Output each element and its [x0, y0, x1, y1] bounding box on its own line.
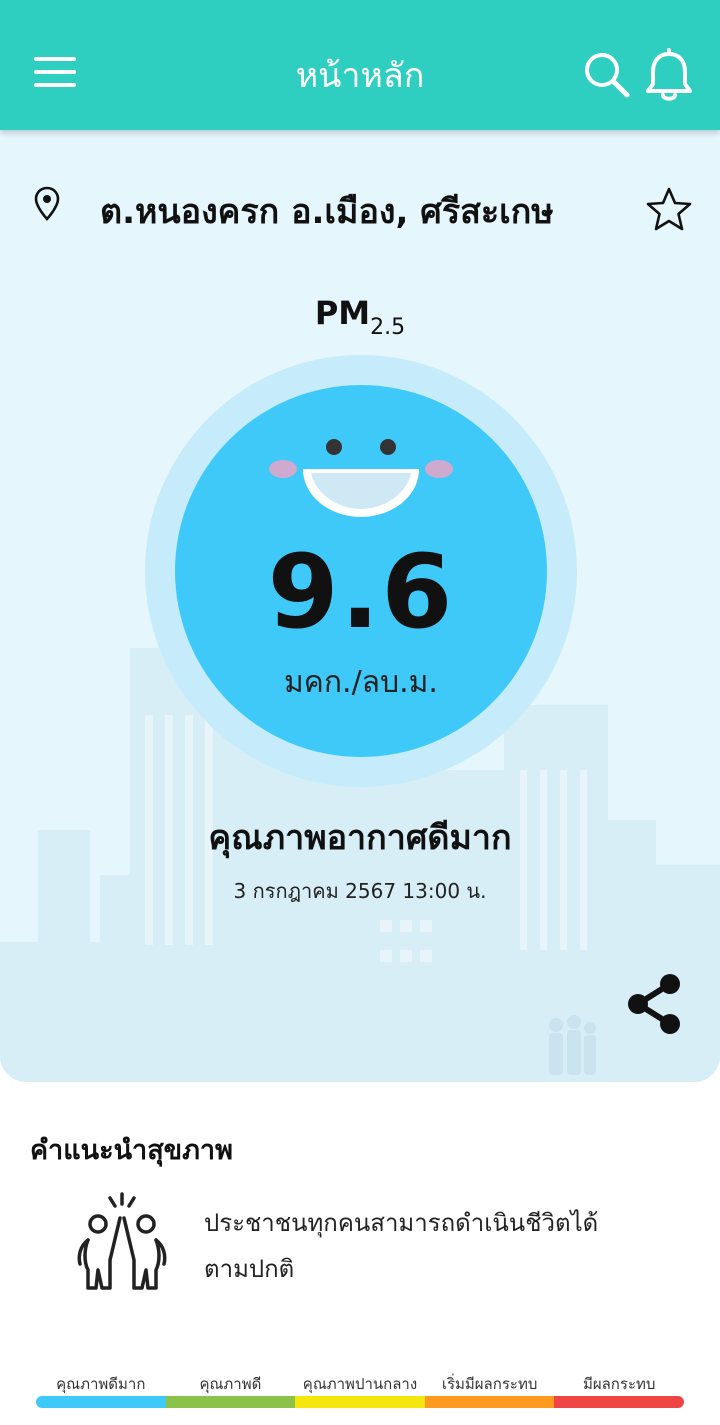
- legend-label: คุณภาพดี: [199, 1375, 262, 1393]
- app-header: หน้าหลัก: [0, 0, 720, 130]
- share-icon[interactable]: [624, 972, 684, 1036]
- search-icon[interactable]: [582, 50, 632, 100]
- legend-color-bar: [36, 1396, 166, 1408]
- air-quality-status: คุณภาพอากาศดีมาก: [208, 818, 512, 858]
- pm-unit: มคก./ลบ.ม.: [284, 665, 438, 700]
- pm-gauge: 9.6 มคก./ลบ.ม.: [145, 355, 577, 787]
- legend-color-bar: [295, 1396, 425, 1408]
- smiley-face-icon: [261, 427, 461, 527]
- legend-item: เริ่มมีผลกระทบ: [424, 1372, 555, 1412]
- legend-label: คุณภาพดีมาก: [56, 1375, 146, 1393]
- bell-icon[interactable]: [643, 48, 695, 104]
- legend-item: คุณภาพปานกลาง: [295, 1372, 425, 1412]
- air-quality-panel: ต.หนองครก อ.เมือง, ศรีสะเกษ PM2.5 9.6 มค…: [0, 130, 720, 1082]
- legend-color-bar: [554, 1396, 684, 1408]
- legend-label: คุณภาพปานกลาง: [302, 1375, 418, 1393]
- measurement-timestamp: 3 กรกฎาคม 2567 13:00 น.: [233, 879, 487, 903]
- location-name[interactable]: ต.หนองครก อ.เมือง, ศรีสะเกษ: [100, 184, 620, 238]
- pm-label-subscript: 2.5: [370, 315, 406, 340]
- map-pin-icon: [34, 186, 60, 222]
- legend-label: มีผลกระทบ: [582, 1375, 656, 1393]
- pm-gauge-inner: 9.6 มคก./ลบ.ม.: [175, 385, 547, 757]
- health-advice-title: คำแนะนำสุขภาพ: [30, 1135, 233, 1166]
- pm-label-text: PM: [314, 294, 371, 332]
- pm-label: PM2.5: [0, 294, 720, 340]
- location-row: ต.หนองครก อ.เมือง, ศรีสะเกษ: [0, 180, 720, 236]
- legend-item: คุณภาพดีมาก: [36, 1372, 166, 1412]
- legend-item: คุณภาพดี: [165, 1372, 296, 1412]
- legend-label: เริ่มมีผลกระทบ: [441, 1375, 538, 1393]
- health-advice-text: ประชาชนทุกคนสามารถดำเนินชีวิตได้ตามปกติ: [204, 1209, 599, 1283]
- legend-item: มีผลกระทบ: [554, 1372, 684, 1412]
- aqi-legend: คุณภาพดีมาก คุณภาพดี คุณภาพปานกลาง เริ่มมีผ…: [36, 1372, 684, 1412]
- high-five-people-icon: [70, 1190, 174, 1294]
- legend-color-bar: [424, 1396, 555, 1408]
- pm-value: 9.6: [267, 533, 455, 652]
- legend-color-bar: [165, 1396, 296, 1408]
- star-icon[interactable]: [644, 184, 694, 234]
